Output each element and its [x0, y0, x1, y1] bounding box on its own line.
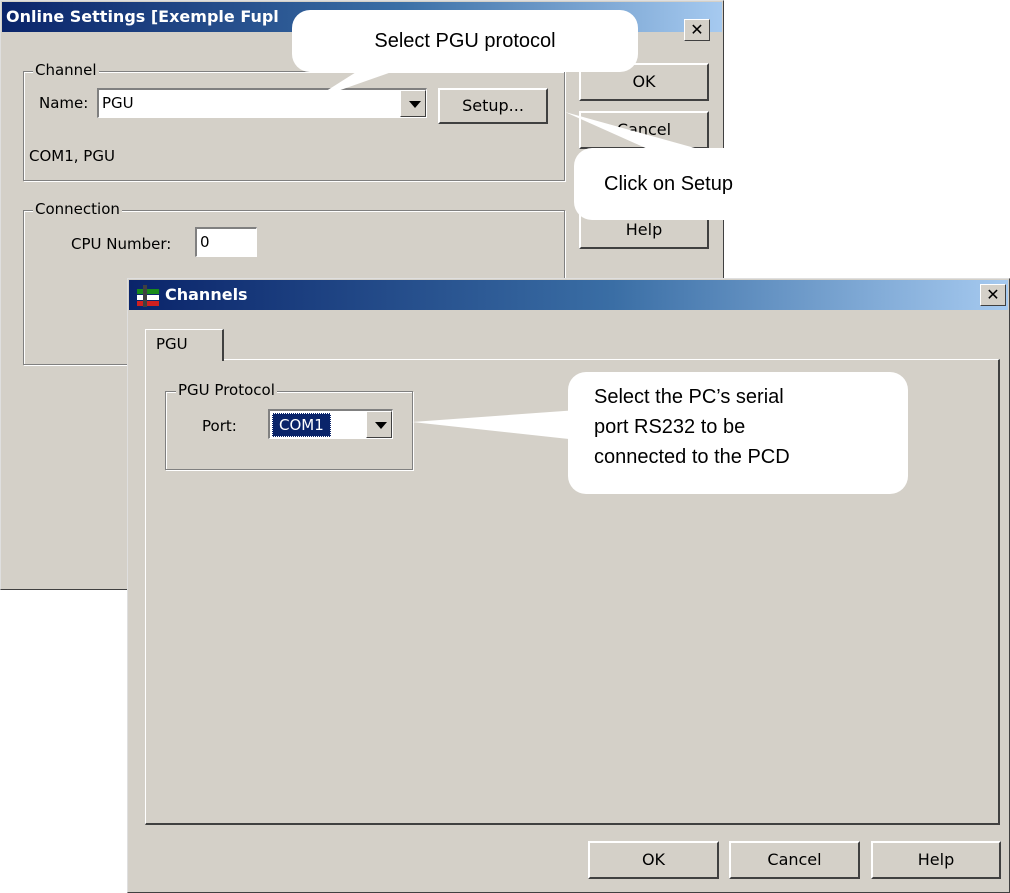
callout-tail-port — [412, 410, 578, 440]
callout-select-port: Select the PC’s serial port RS232 to be … — [568, 372, 908, 494]
callout-click-setup: Click on Setup — [574, 148, 818, 220]
callout-tail-setup — [565, 112, 702, 150]
callout-select-protocol: Select PGU protocol — [292, 10, 638, 72]
